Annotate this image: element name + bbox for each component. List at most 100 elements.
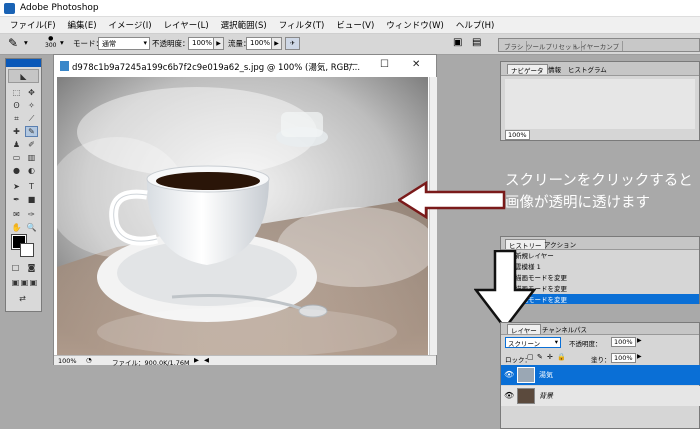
- navigator-panel: ナビゲータ 情報 ヒストグラム 100%: [500, 61, 700, 141]
- notes-tool-icon[interactable]: ✉: [10, 209, 23, 220]
- healing-brush-tool-icon[interactable]: ✚: [10, 126, 23, 137]
- hand-tool-icon[interactable]: ✋: [10, 222, 23, 233]
- menu-file[interactable]: ファイル(F): [4, 19, 62, 31]
- mode-select[interactable]: 通常 ▾: [98, 37, 150, 50]
- maximize-icon[interactable]: ☐: [380, 59, 389, 70]
- menu-view[interactable]: ビュー(V): [330, 19, 380, 31]
- opacity-label: 不透明度：: [152, 39, 190, 48]
- layer-row-steam[interactable]: 👁 湯気: [501, 365, 700, 385]
- opacity-slider-button[interactable]: ▶: [213, 37, 224, 50]
- arrow-down-icon: [474, 250, 536, 330]
- gradient-tool-icon[interactable]: ▥: [25, 152, 38, 163]
- app-title: Adobe Photoshop: [20, 3, 99, 13]
- tab-histogram[interactable]: ヒストグラム: [565, 64, 610, 74]
- eye-icon[interactable]: 👁: [504, 391, 514, 400]
- menu-window[interactable]: ウィンドウ(W): [380, 19, 450, 31]
- lock-image-icon[interactable]: ✎: [537, 353, 543, 361]
- jump-to-imageready-icon[interactable]: ⇄: [16, 293, 29, 304]
- menu-image[interactable]: イメージ(I): [103, 19, 158, 31]
- magic-wand-tool-icon[interactable]: ✧: [25, 100, 38, 111]
- tab-info[interactable]: 情報: [545, 64, 564, 74]
- menu-edit[interactable]: 編集(E): [62, 19, 103, 31]
- image-canvas[interactable]: [57, 77, 428, 355]
- eyedropper-tool-icon[interactable]: ✑: [25, 209, 38, 220]
- shape-tool-icon[interactable]: ■: [25, 194, 38, 205]
- file-browser-icon[interactable]: ▣: [453, 37, 462, 48]
- close-icon[interactable]: ✕: [412, 59, 420, 70]
- menu-bar: ファイル(F) 編集(E) イメージ(I) レイヤー(L) 選択範囲(S) フィ…: [0, 17, 700, 34]
- fill-label: 塗り：: [591, 356, 611, 364]
- scroll-left-icon[interactable]: ◀: [204, 356, 209, 364]
- navigator-zoom-field[interactable]: 100%: [505, 130, 530, 140]
- document-window: d978c1b9a7245a199c6b7f2c9e019a62_s.jpg @…: [53, 54, 437, 367]
- lock-all-icon[interactable]: 🔒: [557, 353, 566, 361]
- layer-row-background[interactable]: 👁 背景: [501, 386, 700, 406]
- layer-thumbnail: [517, 367, 535, 383]
- pen-tool-icon[interactable]: ✒: [10, 194, 23, 205]
- navigator-preview[interactable]: [505, 79, 695, 129]
- airbrush-toggle-icon[interactable]: ✈: [285, 37, 300, 50]
- tab-history[interactable]: ヒストリー: [505, 239, 546, 250]
- zoom-level[interactable]: 100%: [58, 357, 77, 365]
- blur-tool-icon[interactable]: ●: [10, 165, 23, 176]
- brush-tool-icon[interactable]: ✎: [25, 126, 38, 137]
- menu-filter[interactable]: フィルタ(T): [273, 19, 331, 31]
- minimize-icon[interactable]: —: [348, 59, 358, 70]
- eraser-tool-icon[interactable]: ▭: [10, 152, 23, 163]
- quick-mask-mode-icon[interactable]: ◙: [25, 262, 38, 273]
- title-bar: Adobe Photoshop: [0, 0, 700, 17]
- slice-tool-icon[interactable]: ⟋: [25, 113, 38, 124]
- menu-select[interactable]: 選択範囲(S): [215, 19, 273, 31]
- toolbox-header[interactable]: [6, 59, 41, 67]
- brush-preset-picker[interactable]: ● 300: [45, 35, 56, 49]
- flow-field[interactable]: 100%: [246, 37, 272, 50]
- brush-tool-icon[interactable]: ✎: [8, 36, 18, 50]
- chevron-down-icon[interactable]: ▾: [24, 38, 28, 47]
- tab-actions[interactable]: アクション: [541, 239, 579, 249]
- document-status-bar: 100% ◔ ファイル：900.0K/1.76M ▶ ◀: [54, 355, 436, 367]
- tab-layers[interactable]: レイヤー: [507, 324, 541, 335]
- palette-toggle-icon[interactable]: ▤: [472, 37, 481, 48]
- toolbox: ◣ ⬚ ✥ ʘ ✧ ⌗ ⟋ ✚ ✎ ♟ ✐ ▭ ▥ ● ◐ ➤ T ✒ ■ ✉ …: [5, 58, 42, 312]
- background-color-swatch[interactable]: [20, 243, 34, 257]
- mode-value: 通常: [102, 40, 116, 48]
- opacity-field[interactable]: 100%: [188, 37, 214, 50]
- lasso-tool-icon[interactable]: ʘ: [10, 100, 23, 111]
- chevron-down-icon: ▾: [143, 39, 147, 47]
- menu-help[interactable]: ヘルプ(H): [450, 19, 501, 31]
- type-tool-icon[interactable]: T: [25, 181, 38, 192]
- move-tool-icon[interactable]: ✥: [25, 87, 38, 98]
- layer-opacity-field[interactable]: 100%: [611, 337, 636, 347]
- well-tab-layer-comps[interactable]: レイヤーカンプ: [571, 41, 624, 51]
- screen-mode-full-icon[interactable]: ▣: [27, 277, 40, 288]
- coffee-cup-photo: [57, 77, 428, 355]
- lock-position-icon[interactable]: ✛: [547, 353, 553, 361]
- chevron-down-icon[interactable]: ▾: [60, 38, 64, 47]
- history-brush-tool-icon[interactable]: ✐: [25, 139, 38, 150]
- zoom-tool-icon[interactable]: 🔍: [25, 222, 38, 233]
- crop-tool-icon[interactable]: ⌗: [10, 113, 23, 124]
- layer-name: 背景: [539, 392, 553, 400]
- clone-stamp-tool-icon[interactable]: ♟: [10, 139, 23, 150]
- layer-name: 湯気: [539, 371, 553, 379]
- fill-field[interactable]: 100%: [611, 353, 636, 363]
- standard-mode-icon[interactable]: □: [9, 262, 22, 273]
- status-arrow-icon[interactable]: ▶: [194, 356, 199, 364]
- opacity-slider-icon[interactable]: ▶: [637, 337, 642, 344]
- tab-navigator[interactable]: ナビゲータ: [507, 64, 548, 75]
- adobe-online-icon[interactable]: ◣: [8, 69, 39, 83]
- path-selection-tool-icon[interactable]: ➤: [10, 181, 23, 192]
- blend-mode-select[interactable]: スクリーン ▾: [505, 337, 561, 348]
- menu-layer[interactable]: レイヤー(L): [158, 19, 215, 31]
- lock-transparency-icon[interactable]: ▢: [527, 353, 534, 361]
- marquee-tool-icon[interactable]: ⬚: [10, 87, 23, 98]
- document-title: d978c1b9a7245a199c6b7f2c9e019a62_s.jpg @…: [72, 63, 361, 73]
- tab-paths[interactable]: パス: [571, 324, 590, 334]
- status-menu-icon[interactable]: ◔: [86, 356, 92, 364]
- dodge-tool-icon[interactable]: ◐: [25, 165, 38, 176]
- eye-icon[interactable]: 👁: [504, 370, 514, 379]
- blend-mode-value: スクリーン: [508, 340, 541, 348]
- annotation-line-1: スクリーンをクリックすると: [505, 173, 693, 189]
- fill-slider-icon[interactable]: ▶: [637, 353, 642, 360]
- flow-slider-button[interactable]: ▶: [271, 37, 282, 50]
